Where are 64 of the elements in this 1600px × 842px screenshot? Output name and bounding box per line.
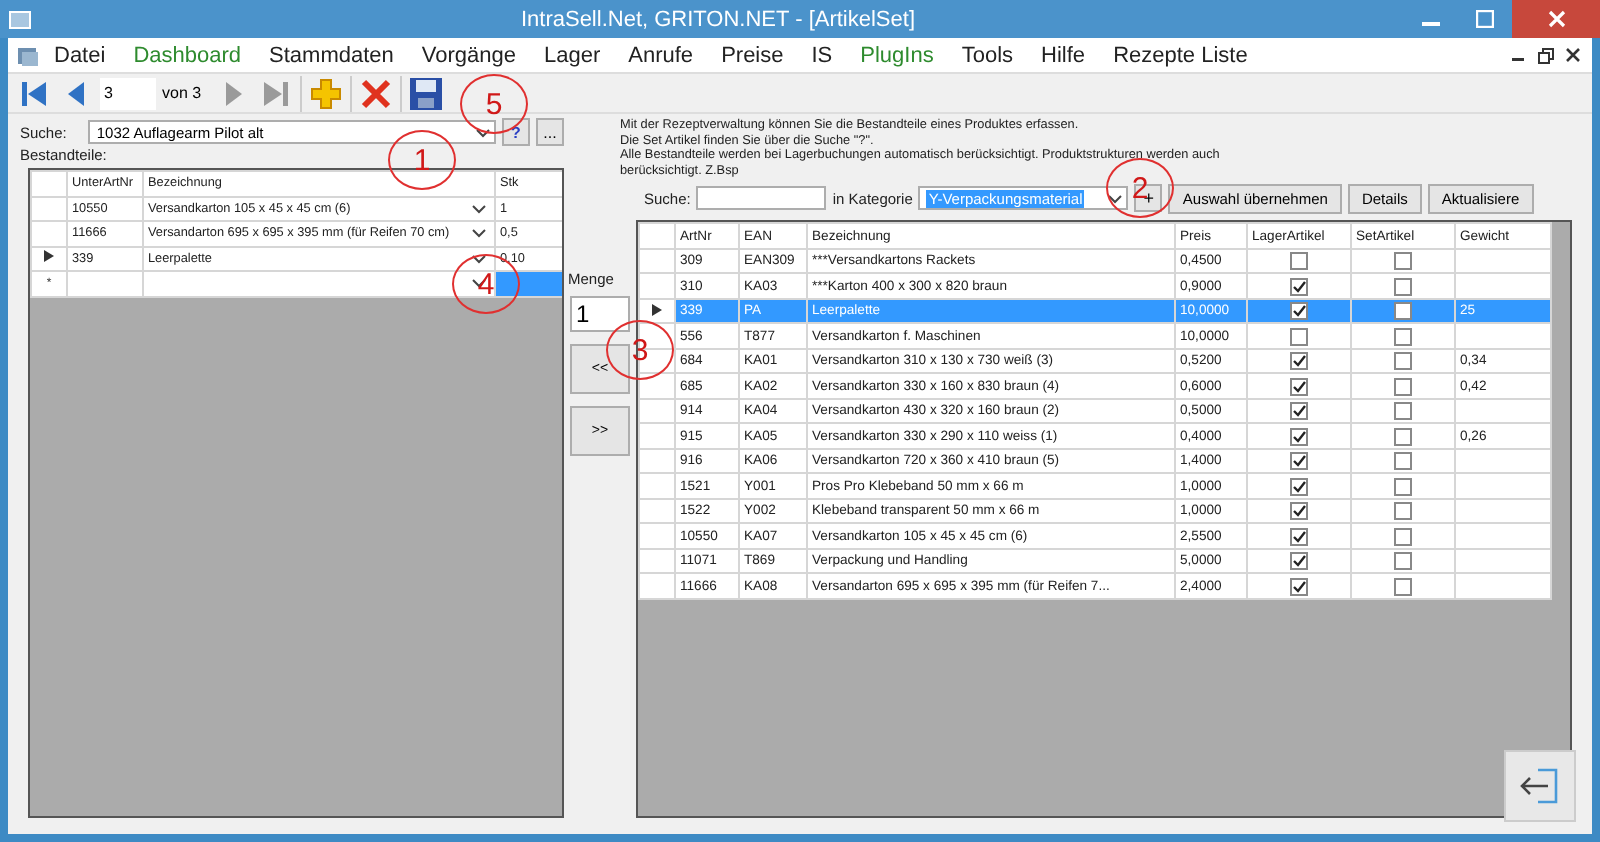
checkbox[interactable] <box>1394 502 1412 521</box>
checkbox[interactable] <box>1290 502 1308 521</box>
checkbox[interactable] <box>1290 577 1308 596</box>
checkbox[interactable] <box>1394 577 1412 596</box>
checkbox[interactable] <box>1290 277 1308 296</box>
checkbox[interactable] <box>1394 402 1412 421</box>
checkbox[interactable] <box>1394 377 1412 396</box>
save-icon[interactable] <box>407 75 444 111</box>
checkbox[interactable] <box>1394 527 1412 546</box>
checkbox[interactable] <box>1290 352 1308 371</box>
delete-icon[interactable] <box>357 75 394 111</box>
quantity-field[interactable]: 1 <box>570 296 630 332</box>
checkbox[interactable] <box>1394 252 1412 271</box>
menu-item[interactable]: Stammdaten <box>255 43 408 67</box>
checkbox[interactable] <box>1290 402 1308 421</box>
checkbox[interactable] <box>1290 302 1308 321</box>
caret-icon <box>476 127 490 137</box>
window-title: IntraSell.Net, GRITON.NET - [ArtikelSet] <box>518 7 918 31</box>
checkbox[interactable] <box>1394 277 1412 296</box>
search-field[interactable] <box>696 186 827 211</box>
app-icon <box>8 7 32 31</box>
menu-item[interactable]: Lager <box>530 43 615 67</box>
checkbox[interactable] <box>1290 477 1308 496</box>
checkbox[interactable] <box>1394 427 1412 446</box>
menu-item[interactable]: Rezepte Liste <box>1099 43 1262 67</box>
caret-icon <box>1108 193 1123 204</box>
row-header[interactable] <box>31 246 67 271</box>
menu-item[interactable]: Dashboard <box>119 43 256 67</box>
menu-item[interactable]: Tools <box>947 43 1028 67</box>
current-row-icon <box>652 303 662 316</box>
exit-icon <box>1518 766 1562 806</box>
checkbox[interactable] <box>1394 302 1412 321</box>
record-count-label: von 3 <box>162 84 202 102</box>
checkbox[interactable] <box>1394 477 1412 496</box>
menu-item[interactable]: Anrufe <box>614 43 708 67</box>
current-row-icon <box>44 250 54 263</box>
browse-button[interactable]: ... <box>536 118 564 146</box>
checkbox[interactable] <box>1394 327 1412 346</box>
checkbox[interactable] <box>1290 252 1308 271</box>
plus-icon[interactable] <box>307 75 344 111</box>
checkbox[interactable] <box>1290 427 1308 446</box>
record-number-field[interactable]: 3 <box>100 77 156 109</box>
menu-item[interactable]: IS <box>797 43 847 67</box>
checkbox[interactable] <box>1394 552 1412 571</box>
close-button[interactable] <box>1512 0 1600 38</box>
menu-item[interactable]: Preise <box>707 43 798 67</box>
close-icon <box>1547 10 1565 28</box>
checkbox[interactable] <box>1394 352 1412 371</box>
close-icon[interactable] <box>1566 48 1580 62</box>
exit-button[interactable] <box>1504 750 1576 822</box>
checkbox[interactable] <box>1290 452 1308 471</box>
checkbox[interactable] <box>1290 527 1308 546</box>
menu-item[interactable]: PlugIns <box>846 43 948 67</box>
maximize-icon <box>1476 10 1494 28</box>
checkbox[interactable] <box>1290 552 1308 571</box>
menu-item[interactable]: Vorgänge <box>407 43 530 67</box>
checkbox[interactable] <box>1394 452 1412 471</box>
menu-item[interactable]: Hilfe <box>1027 43 1100 67</box>
app-menu-icon <box>16 43 40 67</box>
checkbox[interactable] <box>1290 327 1308 346</box>
menu-item[interactable]: Datei <box>40 43 120 67</box>
dropdown-cell[interactable] <box>143 271 495 296</box>
restore-icon[interactable] <box>1538 47 1554 63</box>
checkbox[interactable] <box>1290 377 1308 396</box>
